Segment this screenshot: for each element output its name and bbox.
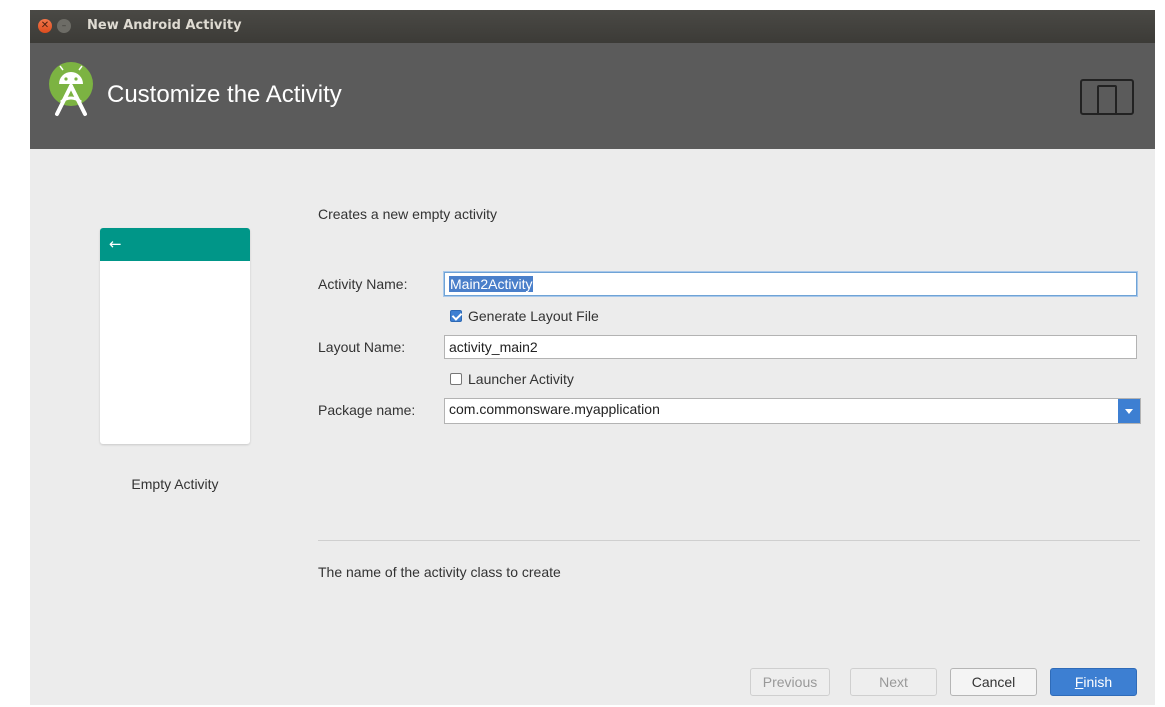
package-name-value: com.commonsware.myapplication xyxy=(449,401,660,417)
activity-template-preview: ← xyxy=(100,228,250,444)
generate-layout-label: Generate Layout File xyxy=(468,308,599,324)
launcher-activity-label: Launcher Activity xyxy=(468,371,574,387)
template-description: Creates a new empty activity xyxy=(318,206,497,222)
divider xyxy=(318,540,1140,541)
layout-name-input[interactable]: activity_main2 xyxy=(444,335,1137,359)
back-arrow-icon: ← xyxy=(109,235,122,253)
package-name-label: Package name: xyxy=(318,402,416,418)
cancel-button[interactable]: Cancel xyxy=(950,668,1037,696)
activity-name-label: Activity Name: xyxy=(318,276,408,292)
previous-button[interactable]: Previous xyxy=(750,668,830,696)
layout-name-value: activity_main2 xyxy=(449,339,538,355)
window-title: New Android Activity xyxy=(87,18,242,33)
device-preview-icon xyxy=(1080,79,1134,115)
package-name-select[interactable]: com.commonsware.myapplication xyxy=(444,398,1141,424)
layout-name-label: Layout Name: xyxy=(318,339,406,355)
wizard-header: Customize the Activity xyxy=(30,43,1155,149)
finish-label: inish xyxy=(1083,674,1113,690)
field-help-text: The name of the activity class to create xyxy=(318,564,561,580)
activity-name-input[interactable]: Main2Activity xyxy=(444,272,1137,296)
next-button[interactable]: Next xyxy=(850,668,937,696)
activity-name-value: Main2Activity xyxy=(449,276,534,292)
finish-button[interactable]: Finish xyxy=(1050,668,1137,696)
template-name-label: Empty Activity xyxy=(131,476,219,492)
chevron-down-icon[interactable] xyxy=(1118,399,1140,423)
android-studio-logo-icon xyxy=(49,62,93,116)
generate-layout-file-option[interactable]: Generate Layout File xyxy=(450,308,599,324)
page-title: Customize the Activity xyxy=(107,81,342,108)
preview-toolbar: ← xyxy=(100,228,250,261)
generate-layout-checkbox[interactable] xyxy=(450,310,462,322)
close-window-button[interactable]: ✕ xyxy=(38,19,52,33)
launcher-activity-option[interactable]: Launcher Activity xyxy=(450,371,574,387)
title-bar: ✕ – New Android Activity xyxy=(30,10,1155,43)
new-android-activity-dialog: ✕ – New Android Activity Customize the A… xyxy=(30,10,1155,705)
launcher-activity-checkbox[interactable] xyxy=(450,373,462,385)
minimize-window-button[interactable]: – xyxy=(57,19,71,33)
